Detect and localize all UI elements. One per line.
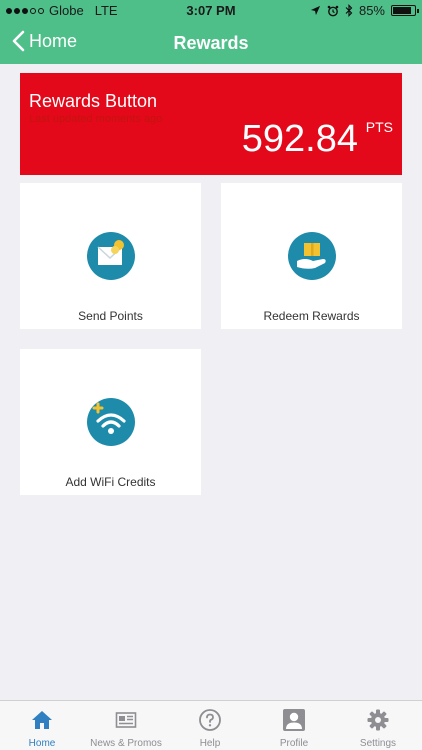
tab-profile-label: Profile xyxy=(279,738,309,749)
tab-settings-label: Settings xyxy=(359,738,397,749)
redeem-rewards-label: Redeem Rewards xyxy=(263,309,360,323)
tab-settings[interactable]: Settings xyxy=(336,701,420,750)
header: Globe LTE 3:07 PM 85% Home Rewards xyxy=(0,0,422,64)
news-icon xyxy=(115,712,137,728)
tab-home[interactable]: Home xyxy=(0,701,84,750)
wifi-credits-icon xyxy=(87,398,135,446)
tab-home-label: Home xyxy=(28,738,56,749)
add-wifi-credits-label: Add WiFi Credits xyxy=(65,475,156,489)
battery-icon xyxy=(391,5,419,16)
back-button[interactable]: Home xyxy=(12,30,77,52)
send-points-tile[interactable]: Send Points xyxy=(20,183,201,329)
tab-help[interactable]: Help xyxy=(168,701,252,750)
profile-icon xyxy=(283,709,305,731)
battery-percent: 85% xyxy=(358,3,385,18)
rewards-points-unit: PTS xyxy=(365,119,393,135)
add-wifi-credits-tile[interactable]: Add WiFi Credits xyxy=(20,349,201,495)
help-icon xyxy=(199,709,221,731)
location-arrow-icon xyxy=(310,5,321,16)
tab-help-label: Help xyxy=(199,738,221,749)
send-points-label: Send Points xyxy=(78,309,143,323)
battery-fill xyxy=(393,7,411,14)
send-points-icon xyxy=(87,232,135,280)
tab-news-promos-label: News & Promos xyxy=(90,738,162,749)
redeem-rewards-icon xyxy=(288,232,336,280)
alarm-clock-icon xyxy=(327,5,339,16)
redeem-rewards-tile[interactable]: Redeem Rewards xyxy=(221,183,402,329)
back-button-label: Home xyxy=(29,30,78,51)
status-right: 85% xyxy=(310,3,419,18)
status-bar: Globe LTE 3:07 PM 85% xyxy=(0,0,422,22)
home-icon xyxy=(32,711,52,729)
tab-news-promos[interactable]: News & Promos xyxy=(84,701,168,750)
rewards-button[interactable]: Rewards Button Last updated moments ago … xyxy=(20,73,402,175)
tab-bar: Home News & Promos Help Profile Settings xyxy=(0,700,422,750)
gear-icon xyxy=(367,709,389,731)
tab-profile[interactable]: Profile xyxy=(252,701,336,750)
rewards-last-updated: Last updated moments ago xyxy=(29,113,163,125)
rewards-points-value: 592.84 xyxy=(241,118,358,160)
rewards-title: Rewards Button xyxy=(29,91,158,111)
chevron-left-icon xyxy=(12,30,25,52)
rewards-screen: Globe LTE 3:07 PM 85% Home Rewards Rewar… xyxy=(0,0,422,750)
bluetooth-icon xyxy=(345,4,353,17)
